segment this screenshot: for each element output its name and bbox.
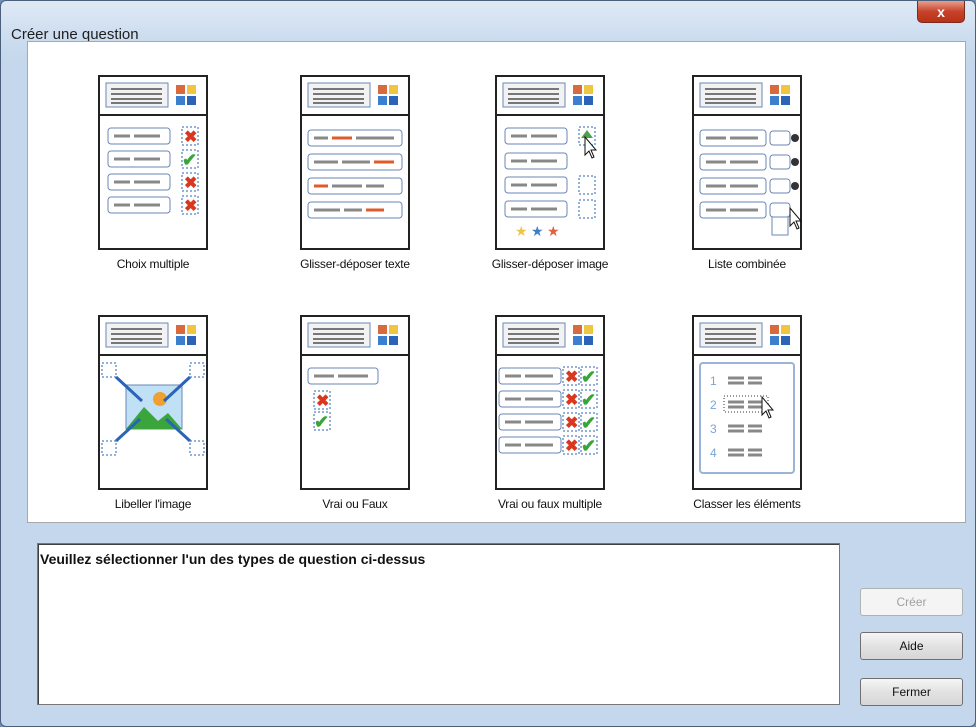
multiple-choice-icon: ✖ ✔ ✖ ✖	[98, 75, 208, 250]
svg-text:★: ★	[531, 223, 544, 239]
svg-text:✔: ✔	[581, 390, 596, 410]
question-type-multiple-choice[interactable]: ✖ ✔ ✖ ✖ Choix multiple	[53, 42, 253, 271]
svg-text:✔: ✔	[581, 436, 596, 456]
label-image-icon	[98, 315, 208, 490]
svg-text:✖: ✖	[184, 198, 197, 215]
question-type-sort-items[interactable]: 1 2 3 4 Classer les éléments	[647, 282, 847, 511]
question-type-label: Vrai ou faux multiple	[497, 497, 603, 511]
svg-text:✔: ✔	[314, 412, 329, 432]
drag-drop-image-icon: ★ ★ ★	[495, 75, 605, 250]
close-icon[interactable]: x	[917, 1, 965, 23]
drag-drop-text-icon	[300, 75, 410, 250]
multiple-true-false-icon: ✖ ✔ ✖ ✔ ✖ ✔ ✖ ✔	[495, 315, 605, 490]
svg-text:✖: ✖	[184, 175, 197, 192]
svg-text:✖: ✖	[565, 415, 578, 432]
question-type-label: Liste combinée	[708, 257, 786, 271]
svg-text:★: ★	[515, 223, 528, 239]
question-type-true-false[interactable]: ✖ ✔ Vrai ou Faux	[255, 282, 455, 511]
svg-text:3: 3	[710, 422, 717, 436]
svg-text:1: 1	[710, 374, 717, 388]
svg-text:✖: ✖	[316, 393, 329, 410]
svg-text:✔: ✔	[581, 413, 596, 433]
question-type-combo-list[interactable]: Liste combinée	[647, 42, 847, 271]
svg-text:✖: ✖	[565, 392, 578, 409]
svg-text:✔: ✔	[581, 367, 596, 387]
svg-text:★: ★	[547, 223, 560, 239]
description-text: Veuillez sélectionner l'un des types de …	[40, 551, 426, 567]
svg-text:✖: ✖	[565, 438, 578, 455]
close-button[interactable]: Fermer	[860, 678, 963, 706]
question-type-multiple-true-false[interactable]: ✖ ✔ ✖ ✔ ✖ ✔ ✖ ✔ Vrai ou faux multiple	[450, 282, 650, 511]
combo-list-icon	[692, 75, 802, 250]
sort-items-icon: 1 2 3 4	[692, 315, 802, 490]
help-button[interactable]: Aide	[860, 632, 963, 660]
question-type-gallery: ✖ ✔ ✖ ✖ Choix multiple Glisser-déposer t…	[27, 41, 966, 523]
svg-text:2: 2	[710, 398, 717, 412]
svg-text:✖: ✖	[184, 129, 197, 146]
svg-text:✔: ✔	[182, 150, 197, 170]
true-false-icon: ✖ ✔	[300, 315, 410, 490]
description-box: Veuillez sélectionner l'un des types de …	[37, 543, 840, 705]
question-type-label: Vrai ou Faux	[322, 497, 388, 511]
question-type-label: Classer les éléments	[693, 497, 801, 511]
svg-text:✖: ✖	[565, 369, 578, 386]
question-type-label-image[interactable]: Libeller l'image	[53, 282, 253, 511]
question-type-drag-drop-text[interactable]: Glisser-déposer texte	[255, 42, 455, 271]
question-type-label: Glisser-déposer texte	[300, 257, 410, 271]
question-type-label: Choix multiple	[116, 257, 190, 271]
create-button[interactable]: Créer	[860, 588, 963, 616]
question-type-label: Glisser-déposer image	[491, 257, 609, 271]
svg-text:4: 4	[710, 446, 717, 460]
question-type-drag-drop-image[interactable]: ★ ★ ★ Glisser-déposer image	[450, 42, 650, 271]
dialog-window: Créer une question x ✖ ✔ ✖ ✖ Choix multi…	[0, 0, 976, 727]
question-type-label: Libeller l'image	[114, 497, 192, 511]
